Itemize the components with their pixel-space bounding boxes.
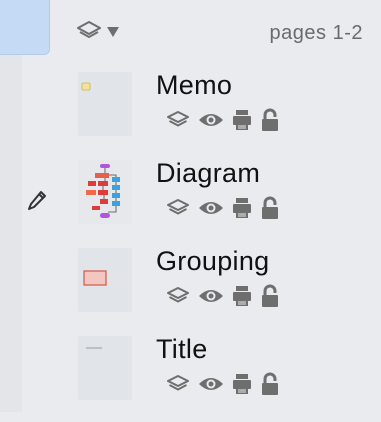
layer-controls bbox=[166, 284, 280, 308]
printer-icon[interactable] bbox=[232, 373, 252, 395]
padlock-icon[interactable] bbox=[260, 196, 280, 220]
selected-page-tab[interactable] bbox=[0, 0, 50, 55]
triangle-down-icon bbox=[106, 25, 120, 43]
pages-label: pages 1-2 bbox=[269, 22, 363, 44]
padlock-icon[interactable] bbox=[260, 284, 280, 308]
layers-stack-icon[interactable] bbox=[166, 286, 190, 306]
layer-row-title[interactable]: Title bbox=[0, 334, 381, 422]
printer-icon[interactable] bbox=[232, 109, 252, 131]
title-thumbnail-icon bbox=[86, 347, 102, 349]
layer-controls bbox=[166, 196, 280, 220]
layer-thumbnail[interactable] bbox=[78, 160, 132, 224]
layer-name[interactable]: Title bbox=[156, 334, 208, 365]
eye-icon[interactable] bbox=[198, 199, 224, 217]
eye-icon[interactable] bbox=[198, 287, 224, 305]
layer-controls bbox=[166, 108, 280, 132]
memo-thumbnail-icon bbox=[81, 82, 91, 91]
layers-menu-button[interactable] bbox=[76, 20, 120, 47]
layer-thumbnail[interactable] bbox=[78, 336, 132, 400]
layers-stack-icon[interactable] bbox=[166, 198, 190, 218]
layer-name[interactable]: Memo bbox=[156, 70, 232, 101]
layer-row-grouping[interactable]: Grouping bbox=[0, 246, 381, 334]
padlock-icon[interactable] bbox=[260, 108, 280, 132]
layer-thumbnail[interactable] bbox=[78, 72, 132, 136]
layers-stack-icon[interactable] bbox=[166, 374, 190, 394]
layer-controls bbox=[166, 372, 280, 396]
padlock-icon[interactable] bbox=[260, 372, 280, 396]
layers-stack-icon bbox=[76, 20, 102, 47]
printer-icon[interactable] bbox=[232, 285, 252, 307]
grouping-thumbnail-icon bbox=[83, 270, 107, 286]
printer-icon[interactable] bbox=[232, 197, 252, 219]
layer-name[interactable]: Diagram bbox=[156, 158, 260, 189]
eye-icon[interactable] bbox=[198, 111, 224, 129]
layer-thumbnail[interactable] bbox=[78, 248, 132, 312]
pencil-icon bbox=[27, 190, 47, 217]
layer-row-diagram[interactable]: Diagram bbox=[0, 158, 381, 246]
layer-row-memo[interactable]: Memo bbox=[0, 70, 381, 158]
layers-header: pages 1-2 bbox=[60, 0, 381, 62]
layers-stack-icon[interactable] bbox=[166, 110, 190, 130]
layer-name[interactable]: Grouping bbox=[156, 246, 269, 277]
diagram-thumbnail-icon bbox=[86, 164, 120, 218]
eye-icon[interactable] bbox=[198, 375, 224, 393]
